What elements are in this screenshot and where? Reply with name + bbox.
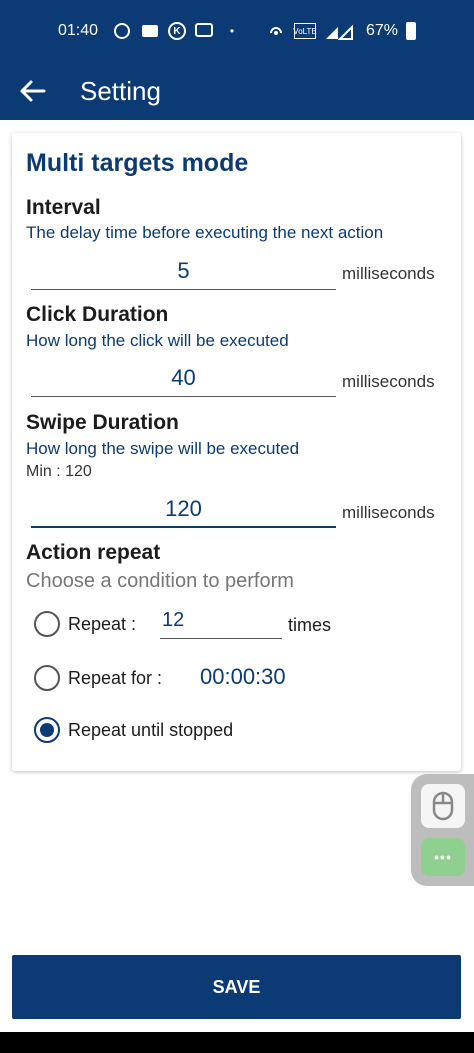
repeat-times-label: Repeat : [68, 614, 137, 634]
repeat-for-duration[interactable]: 00:00:30 [200, 664, 286, 690]
swipe-duration-input[interactable]: 120 [31, 496, 336, 528]
mouse-icon[interactable] [421, 784, 465, 828]
dot-icon: • [229, 24, 235, 38]
page-title: Setting [80, 75, 161, 106]
repeat-for-label: Repeat for : [68, 668, 163, 688]
signal-icon [324, 21, 354, 41]
floating-control-panel[interactable]: ••• [411, 774, 474, 886]
action-repeat-description: Choose a condition to perform [26, 570, 294, 592]
status-time: 01:40 [57, 22, 98, 39]
swipe-duration-description: How long the swipe will be executed [26, 439, 300, 458]
app-bar: Setting [0, 62, 474, 120]
repeat-for-radio[interactable] [34, 665, 60, 691]
click-duration-description: How long the click will be executed [26, 331, 289, 350]
click-duration-label: Click Duration [26, 303, 169, 326]
battery-percent: 67% [366, 22, 399, 39]
interval-description: The delay time before executing the next… [26, 223, 384, 242]
system-nav-bar [0, 1032, 474, 1053]
cloud-icon [140, 21, 160, 41]
save-button[interactable]: SAVE [12, 955, 461, 1019]
click-duration-unit: milliseconds [342, 372, 435, 391]
action-repeat-label: Action repeat [26, 541, 161, 564]
repeat-until-stopped-radio[interactable] [34, 717, 60, 743]
click-duration-input[interactable]: 40 [31, 365, 336, 397]
back-arrow-icon[interactable] [18, 62, 68, 120]
interval-input[interactable]: 5 [31, 258, 336, 290]
more-options-button[interactable]: ••• [421, 838, 465, 876]
section-title: Multi targets mode [26, 149, 249, 177]
screen-icon [194, 21, 214, 41]
k-icon: K [168, 22, 186, 40]
repeat-times-radio[interactable] [34, 611, 60, 637]
swipe-duration-unit: milliseconds [342, 503, 435, 522]
repeat-until-stopped-label: Repeat until stopped [68, 720, 234, 740]
swipe-duration-min: Min : 120 [26, 463, 92, 480]
swipe-duration-label: Swipe Duration [26, 411, 179, 434]
times-label: times [288, 615, 332, 635]
battery-icon [406, 22, 417, 40]
multi-targets-card: Multi targets mode Interval The delay ti… [12, 133, 461, 771]
volte-icon: VoLTE [293, 23, 317, 39]
hotspot-icon [266, 21, 286, 41]
interval-unit: milliseconds [342, 264, 435, 283]
whatsapp-icon [112, 21, 132, 41]
status-bar: 01:40 K • VoLTE 67% [0, 0, 474, 62]
repeat-count-input[interactable]: 12 [160, 609, 282, 639]
interval-label: Interval [26, 196, 101, 219]
